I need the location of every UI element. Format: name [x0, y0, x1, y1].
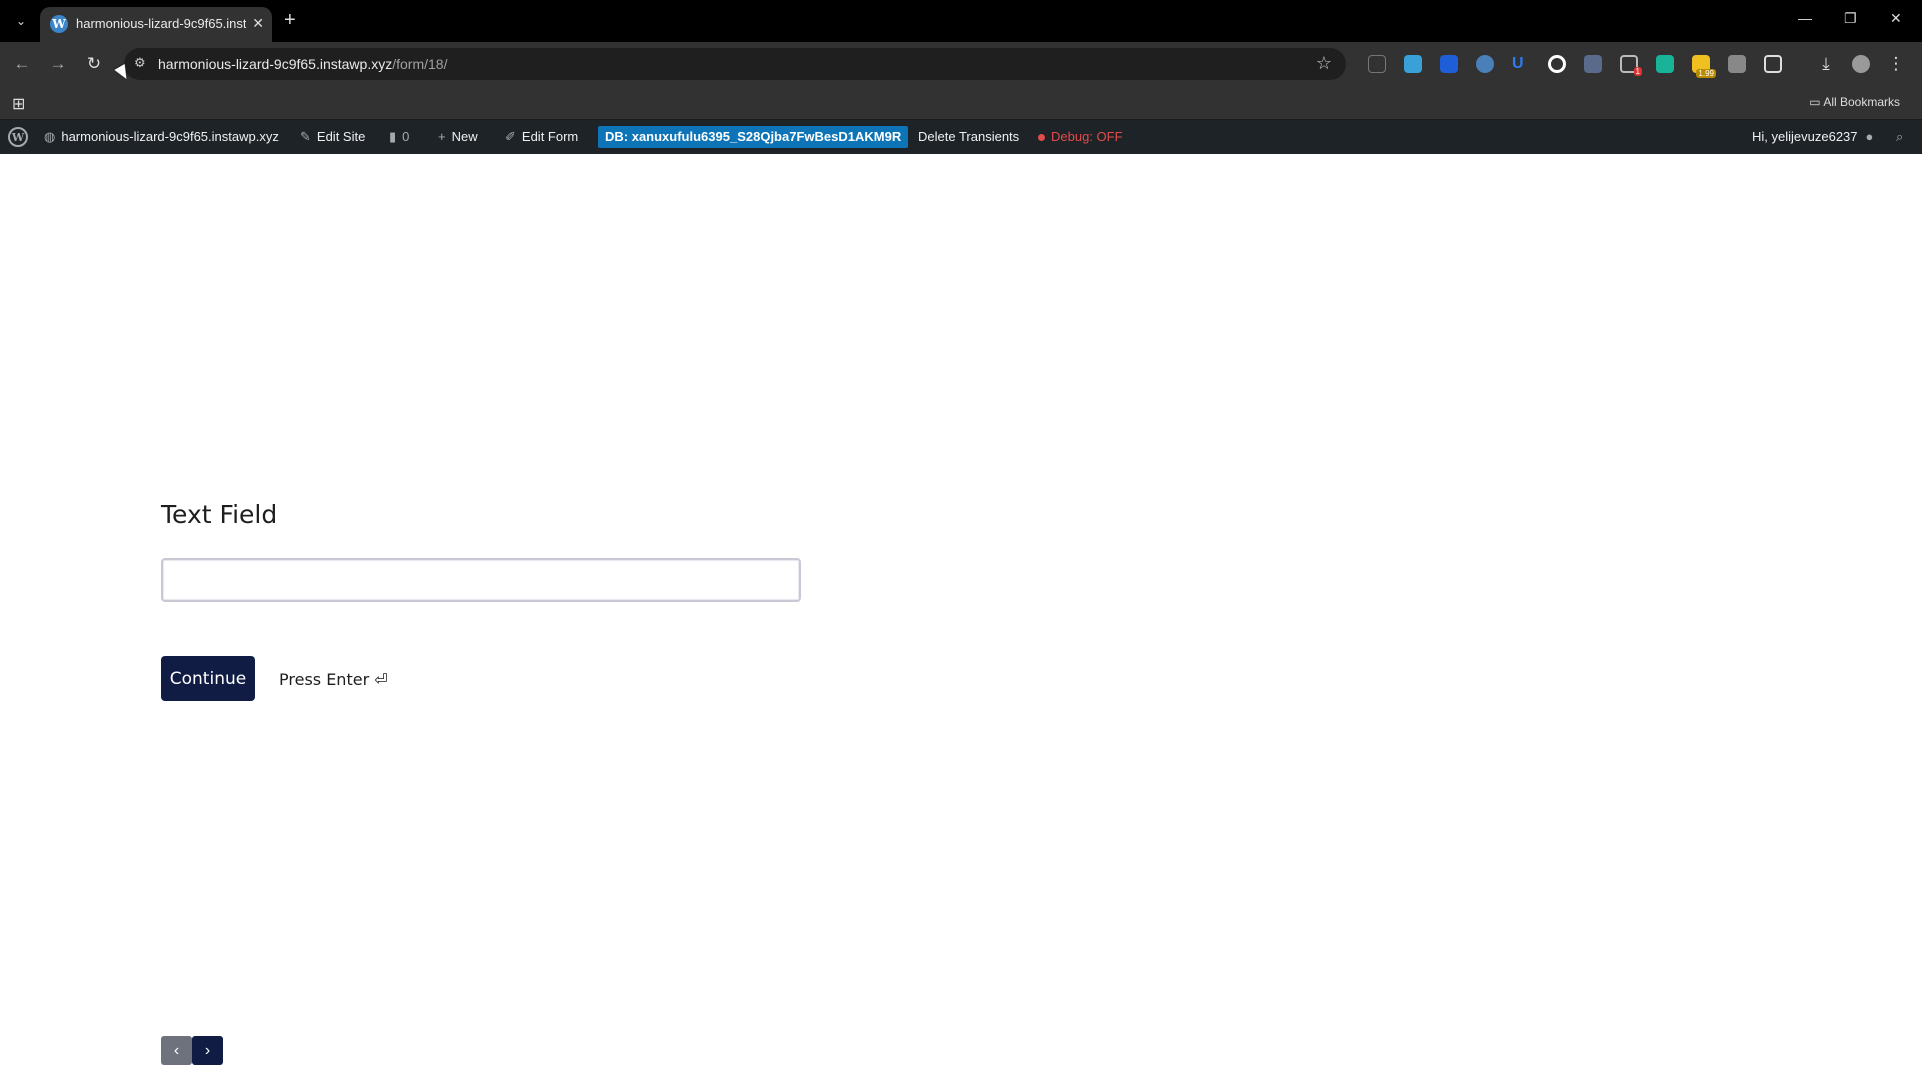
debug-label: Debug: OFF: [1051, 129, 1123, 144]
browser-tab[interactable]: W harmonious-lizard-9c9f65.insta ✕: [40, 7, 272, 42]
extensions-puzzle-icon[interactable]: [1764, 55, 1782, 73]
extension-shield-icon[interactable]: [1404, 55, 1422, 73]
comment-icon: ▮: [389, 129, 397, 144]
wordpress-favicon-icon: W: [50, 15, 68, 33]
account-greeting[interactable]: Hi, yelijevuze6237 ●: [1752, 129, 1879, 144]
url-path: /form/18/: [392, 56, 448, 72]
extension-price-badge: 1.99: [1696, 69, 1716, 78]
edit-site-label: Edit Site: [316, 129, 366, 144]
chevron-left-icon: ‹: [173, 1041, 180, 1059]
debug-status[interactable]: Debug: OFF: [1038, 129, 1123, 144]
continue-button[interactable]: Continue: [161, 656, 255, 701]
minimize-icon[interactable]: —: [1798, 10, 1812, 26]
browser-window: ⌄ W harmonious-lizard-9c9f65.insta ✕ + —…: [0, 0, 1922, 1082]
window-close-icon[interactable]: ✕: [1890, 10, 1902, 27]
debug-status-dot-icon: [1038, 134, 1045, 142]
extension-circle-icon[interactable]: [1548, 55, 1566, 73]
wp-admin-bar: W ◍ harmonious-lizard-9c9f65.instawp.xyz …: [0, 120, 1922, 154]
all-bookmarks-label: All Bookmarks: [1823, 95, 1900, 109]
comments-count: 0: [402, 129, 410, 144]
text-field-label: Text Field: [161, 500, 278, 529]
new-content-link[interactable]: + New: [438, 129, 478, 144]
extension-camera-icon[interactable]: [1728, 55, 1746, 73]
tab-search-chevron-icon[interactable]: ⌄: [10, 10, 32, 32]
browser-toolbar: ← → ↻ ⚙ harmonious-lizard-9c9f65.instawp…: [0, 42, 1922, 86]
extension-price-icon[interactable]: 1.99: [1692, 55, 1716, 78]
site-info-icon[interactable]: ⚙: [134, 55, 146, 71]
extension-u-icon[interactable]: U: [1512, 55, 1530, 73]
text-field-input[interactable]: [161, 558, 801, 602]
form-page: Text Field Continue Press Enter ⏎ ‹ ›: [0, 154, 1922, 1082]
delete-transients-link[interactable]: Delete Transients: [918, 129, 1019, 144]
extension-badge-icon[interactable]: 1: [1620, 55, 1642, 76]
user-avatar-icon: ●: [1865, 129, 1874, 144]
edit-form-label: Edit Form: [521, 129, 579, 144]
site-name-label: harmonious-lizard-9c9f65.instawp.xyz: [61, 129, 279, 144]
restore-icon[interactable]: ❐: [1844, 10, 1857, 27]
bookmarks-bar: ⊞ ▭ All Bookmarks: [0, 86, 1922, 120]
chevron-right-icon: ›: [204, 1041, 211, 1059]
next-question-button[interactable]: ›: [192, 1036, 223, 1065]
press-enter-hint: Press Enter ⏎: [279, 670, 388, 689]
new-tab-icon[interactable]: +: [284, 10, 296, 30]
extension-b-icon[interactable]: [1656, 55, 1674, 73]
tab-close-icon[interactable]: ✕: [252, 15, 264, 32]
bookmark-star-icon[interactable]: ☆: [1316, 53, 1332, 74]
edit-site-link[interactable]: ✎ Edit Site: [300, 129, 365, 145]
previous-question-button[interactable]: ‹: [161, 1036, 192, 1065]
brush-icon: ✎: [300, 129, 311, 144]
profile-avatar-icon[interactable]: [1852, 55, 1870, 73]
downloads-icon[interactable]: ⤓: [1814, 52, 1838, 76]
greeting-label: Hi, yelijevuze6237: [1752, 129, 1858, 144]
forward-icon[interactable]: →: [46, 52, 70, 76]
admin-site-name[interactable]: ◍ harmonious-lizard-9c9f65.instawp.xyz: [44, 129, 279, 145]
menu-kebab-icon[interactable]: ⋮: [1884, 52, 1908, 76]
new-label: New: [451, 129, 478, 144]
address-bar[interactable]: ⚙ harmonious-lizard-9c9f65.instawp.xyz/f…: [124, 48, 1346, 80]
bitwarden-extension-icon[interactable]: [1440, 55, 1458, 73]
dashboard-icon: ◍: [44, 129, 56, 144]
url-host: harmonious-lizard-9c9f65.instawp.xyz: [158, 56, 393, 72]
reload-icon[interactable]: ↻: [82, 52, 106, 76]
extension-recycle-icon[interactable]: [1368, 55, 1386, 73]
tab-strip: ⌄ W harmonious-lizard-9c9f65.insta ✕ + —…: [0, 0, 1922, 42]
comments-link[interactable]: ▮ 0: [389, 129, 409, 145]
admin-search-icon[interactable]: ⌕: [1896, 129, 1903, 145]
apps-grid-icon[interactable]: ⊞: [12, 94, 25, 114]
plus-icon: +: [438, 129, 446, 144]
extension-badge-count: 1: [1633, 67, 1642, 76]
tab-title: harmonious-lizard-9c9f65.insta: [76, 16, 246, 31]
back-icon[interactable]: ←: [10, 52, 34, 76]
extension-globe-icon[interactable]: [1476, 55, 1494, 73]
edit-form-link[interactable]: ✐ Edit Form: [505, 129, 578, 145]
pencil-icon: ✐: [505, 129, 516, 144]
url-text[interactable]: harmonious-lizard-9c9f65.instawp.xyz/for…: [158, 56, 447, 72]
folder-icon: ▭: [1809, 95, 1824, 109]
wordpress-logo-icon[interactable]: W: [8, 127, 28, 147]
db-name-badge[interactable]: DB: xanuxufulu6395_S28Qjba7FwBesD1AKM9R: [598, 126, 909, 148]
extension-screen-icon[interactable]: [1584, 55, 1602, 73]
all-bookmarks-folder[interactable]: ▭ All Bookmarks: [1809, 95, 1900, 109]
